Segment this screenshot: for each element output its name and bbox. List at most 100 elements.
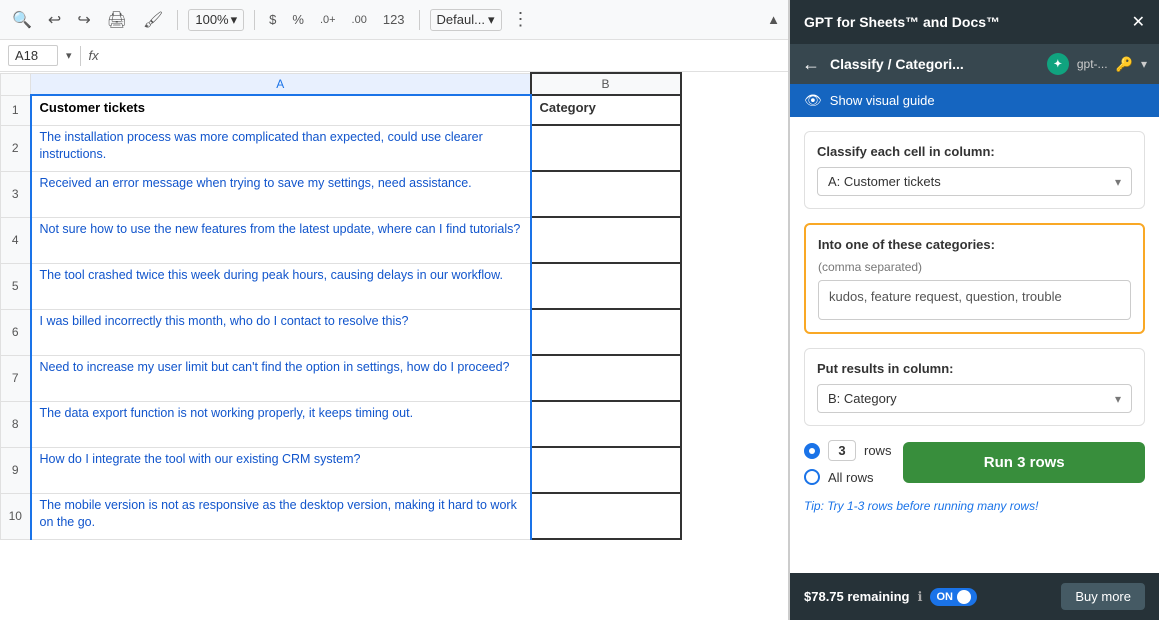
sheet-grid[interactable]: A B 1Customer ticketsCategory2The instal… xyxy=(0,72,788,620)
nav-chevron[interactable]: ▾ xyxy=(1141,57,1147,71)
openai-icon: ✦ xyxy=(1047,53,1069,75)
panel-close-btn[interactable]: ✕ xyxy=(1132,12,1145,32)
search-icon[interactable]: 🔍 xyxy=(8,6,36,34)
toolbar-more-btn[interactable]: ⋮ xyxy=(512,9,530,30)
panel-content: Classify each cell in column: A: Custome… xyxy=(790,117,1159,573)
toggle-on[interactable]: ON xyxy=(930,588,977,606)
panel-nav-icons: ✦ gpt-... 🔑 ▾ xyxy=(1047,53,1147,75)
zoom-value: 100% xyxy=(195,12,228,27)
api-key-icon: 🔑 xyxy=(1116,56,1133,73)
col-b-cell[interactable] xyxy=(531,125,681,171)
decimal-more-btn[interactable]: .00 xyxy=(348,12,371,28)
results-label: Put results in column: xyxy=(817,361,1132,376)
right-panel: GPT for Sheets™ and Docs™ ✕ ← Classify /… xyxy=(789,0,1159,620)
format-chevron: ▾ xyxy=(488,12,495,28)
categories-input[interactable]: kudos, feature request, question, troubl… xyxy=(818,280,1131,320)
toolbar-divider-1 xyxy=(177,10,178,30)
table-row[interactable]: 10The mobile version is not as responsiv… xyxy=(1,493,681,539)
formula-input[interactable] xyxy=(107,48,780,63)
visual-guide-bar[interactable]: 👁 Show visual guide xyxy=(790,84,1159,117)
col-a-cell[interactable]: Need to increase my user limit but can't… xyxy=(31,355,531,401)
corner-header xyxy=(1,73,31,95)
col-a-cell[interactable]: The data export function is not working … xyxy=(31,401,531,447)
buy-more-button[interactable]: Buy more xyxy=(1061,583,1145,610)
col-b-cell[interactable]: Category xyxy=(531,95,681,125)
results-column-value: B: Category xyxy=(828,391,897,406)
col-b-cell[interactable] xyxy=(531,217,681,263)
decimal-increase-btn[interactable]: .0+ xyxy=(316,12,340,28)
col-b-cell[interactable] xyxy=(531,355,681,401)
col-b-cell[interactable] xyxy=(531,263,681,309)
number-btn[interactable]: 123 xyxy=(379,10,409,29)
cell-reference[interactable]: A18 xyxy=(8,45,58,66)
panel-back-btn[interactable]: ← xyxy=(802,54,820,75)
row-number: 10 xyxy=(1,493,31,539)
col-a-cell[interactable]: Customer tickets xyxy=(31,95,531,125)
table-row[interactable]: 4Not sure how to use the new features fr… xyxy=(1,217,681,263)
table-row[interactable]: 8The data export function is not working… xyxy=(1,401,681,447)
visual-guide-text: Show visual guide xyxy=(830,93,935,108)
copy-format-icon[interactable]: 🖌 xyxy=(139,6,167,34)
currency-btn[interactable]: $ xyxy=(265,10,280,29)
print-icon[interactable]: 🖨 xyxy=(103,6,131,34)
classify-section: Classify each cell in column: A: Custome… xyxy=(804,131,1145,209)
formula-bar: A18 ▾ fx xyxy=(0,40,788,72)
toolbar-collapse-btn[interactable]: ▲ xyxy=(767,12,780,27)
zoom-chevron: ▾ xyxy=(231,12,238,28)
row-number: 7 xyxy=(1,355,31,401)
sheet-table: A B 1Customer ticketsCategory2The instal… xyxy=(0,72,682,540)
zoom-selector[interactable]: 100% ▾ xyxy=(188,9,244,31)
panel-nav-title: Classify / Categori... xyxy=(830,56,1037,72)
balance-text: $78.75 remaining xyxy=(804,589,910,604)
table-row[interactable]: 5The tool crashed twice this week during… xyxy=(1,263,681,309)
col-a-cell[interactable]: The installation process was more compli… xyxy=(31,125,531,171)
categories-sublabel: (comma separated) xyxy=(818,260,1131,274)
col-b-cell[interactable] xyxy=(531,401,681,447)
table-row[interactable]: 1Customer ticketsCategory xyxy=(1,95,681,125)
row-number: 9 xyxy=(1,447,31,493)
table-row[interactable]: 2The installation process was more compl… xyxy=(1,125,681,171)
table-row[interactable]: 7Need to increase my user limit but can'… xyxy=(1,355,681,401)
rows-count-box[interactable]: 3 xyxy=(828,440,856,461)
all-rows-radio-row[interactable]: All rows xyxy=(804,469,891,485)
panel-title: GPT for Sheets™ and Docs™ xyxy=(804,14,1000,30)
rows-label: rows xyxy=(864,443,891,458)
results-column-dropdown[interactable]: B: Category ▾ xyxy=(817,384,1132,413)
all-rows-radio-btn[interactable] xyxy=(804,469,820,485)
spreadsheet-area: 🔍 ↩ ↪ 🖨 🖌 100% ▾ $ % .0+ .00 123 Defaul.… xyxy=(0,0,789,620)
col-a-cell[interactable]: I was billed incorrectly this month, who… xyxy=(31,309,531,355)
col-b-cell[interactable] xyxy=(531,447,681,493)
rows-radio-row[interactable]: 3 rows xyxy=(804,440,891,461)
col-a-cell[interactable]: Received an error message when trying to… xyxy=(31,171,531,217)
col-a-cell[interactable]: Not sure how to use the new features fro… xyxy=(31,217,531,263)
col-a-cell[interactable]: The tool crashed twice this week during … xyxy=(31,263,531,309)
col-a-cell[interactable]: The mobile version is not as responsive … xyxy=(31,493,531,539)
undo-icon[interactable]: ↩ xyxy=(44,6,65,34)
row-number: 1 xyxy=(1,95,31,125)
row-number: 2 xyxy=(1,125,31,171)
classify-column-dropdown[interactable]: A: Customer tickets ▾ xyxy=(817,167,1132,196)
row-number: 5 xyxy=(1,263,31,309)
rows-radio-btn[interactable] xyxy=(804,443,820,459)
table-row[interactable]: 3Received an error message when trying t… xyxy=(1,171,681,217)
run-button[interactable]: Run 3 rows xyxy=(903,442,1145,483)
col-b-cell[interactable] xyxy=(531,309,681,355)
run-section: 3 rows All rows Run 3 rows xyxy=(804,440,1145,485)
percent-btn[interactable]: % xyxy=(288,10,308,29)
classify-label: Classify each cell in column: xyxy=(817,144,1132,159)
categories-label: Into one of these categories: xyxy=(818,237,1131,252)
panel-bottom: $78.75 remaining ℹ ON Buy more xyxy=(790,573,1159,620)
format-selector[interactable]: Defaul... ▾ xyxy=(430,9,502,31)
col-b-cell[interactable] xyxy=(531,493,681,539)
row-number: 4 xyxy=(1,217,31,263)
col-b-header[interactable]: B xyxy=(531,73,681,95)
redo-icon[interactable]: ↪ xyxy=(73,6,94,34)
tip-text: Tip: Try 1-3 rows before running many ro… xyxy=(804,499,1145,513)
info-icon[interactable]: ℹ xyxy=(918,589,923,605)
col-b-cell[interactable] xyxy=(531,171,681,217)
col-a-header[interactable]: A xyxy=(31,73,531,95)
table-row[interactable]: 9How do I integrate the tool with our ex… xyxy=(1,447,681,493)
panel-header: GPT for Sheets™ and Docs™ ✕ xyxy=(790,0,1159,44)
table-row[interactable]: 6I was billed incorrectly this month, wh… xyxy=(1,309,681,355)
col-a-cell[interactable]: How do I integrate the tool with our exi… xyxy=(31,447,531,493)
